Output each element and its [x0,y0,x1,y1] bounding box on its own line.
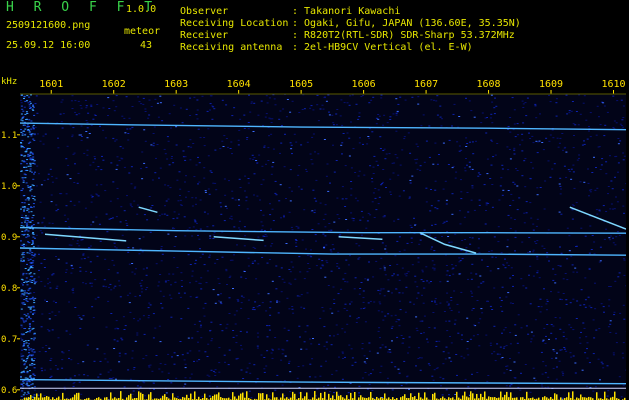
file-name: 2509121600.png [6,20,91,31]
receiver-value: : R820T2(RTL-SDR) SDR-Sharp 53.372MHz [292,30,515,41]
y-tick-label-0.6: 0.6 [1,386,17,396]
x-tick-label-1601: 1601 [39,79,63,90]
receiver-label: Receiver [180,30,229,41]
file-datetime: 25.09.12 16:00 [6,40,91,51]
spectrogram-axes: 1601 1602 1603 1604 1605 1606 1607 1608 1609 1610… [1,79,626,396]
y-tick-label-0.8: 0.8 [1,284,17,294]
app-version: 1.0.0 [126,4,157,15]
x-tick-label-1607: 1607 [414,79,438,90]
header-panel: H R O F F T 1.0.0 2509121600.png 25.09.1… [0,0,629,74]
y-tick-label-0.9: 0.9 [1,233,17,243]
observer-value: : Takanori Kawachi [292,6,401,17]
y-tick-label-1.1: 1.1 [1,131,17,141]
observer-label: Observer [180,6,229,17]
meteor-label: meteor [124,26,161,37]
y-tick-label-1.0: 1.0 [1,182,17,192]
x-tick-label-1608: 1608 [477,79,501,90]
location-label: Receiving Location [180,18,289,29]
x-tick-label-1603: 1603 [164,79,188,90]
x-tick-label-1609: 1609 [539,79,563,90]
x-tick-label-1604: 1604 [227,79,251,90]
x-tick-label-1602: 1602 [102,79,126,90]
y-tick-label-0.7: 0.7 [1,335,17,345]
spectrogram-area: kHz 1601 1602 1603 1604 1605 1606 1607 1608 1609… [0,74,629,400]
antenna-value: : 2el-HB9CV Vertical (el. E-W) [292,42,473,53]
x-tick-label-1605: 1605 [289,79,313,90]
antenna-label: Receiving antenna [180,42,283,53]
meteor-count: 43 [140,40,153,51]
x-tick-label-1610: 1610 [601,79,625,90]
location-value: : Ogaki, Gifu, JAPAN (136.60E, 35.35N) [292,18,521,29]
x-tick-label-1606: 1606 [352,79,376,90]
